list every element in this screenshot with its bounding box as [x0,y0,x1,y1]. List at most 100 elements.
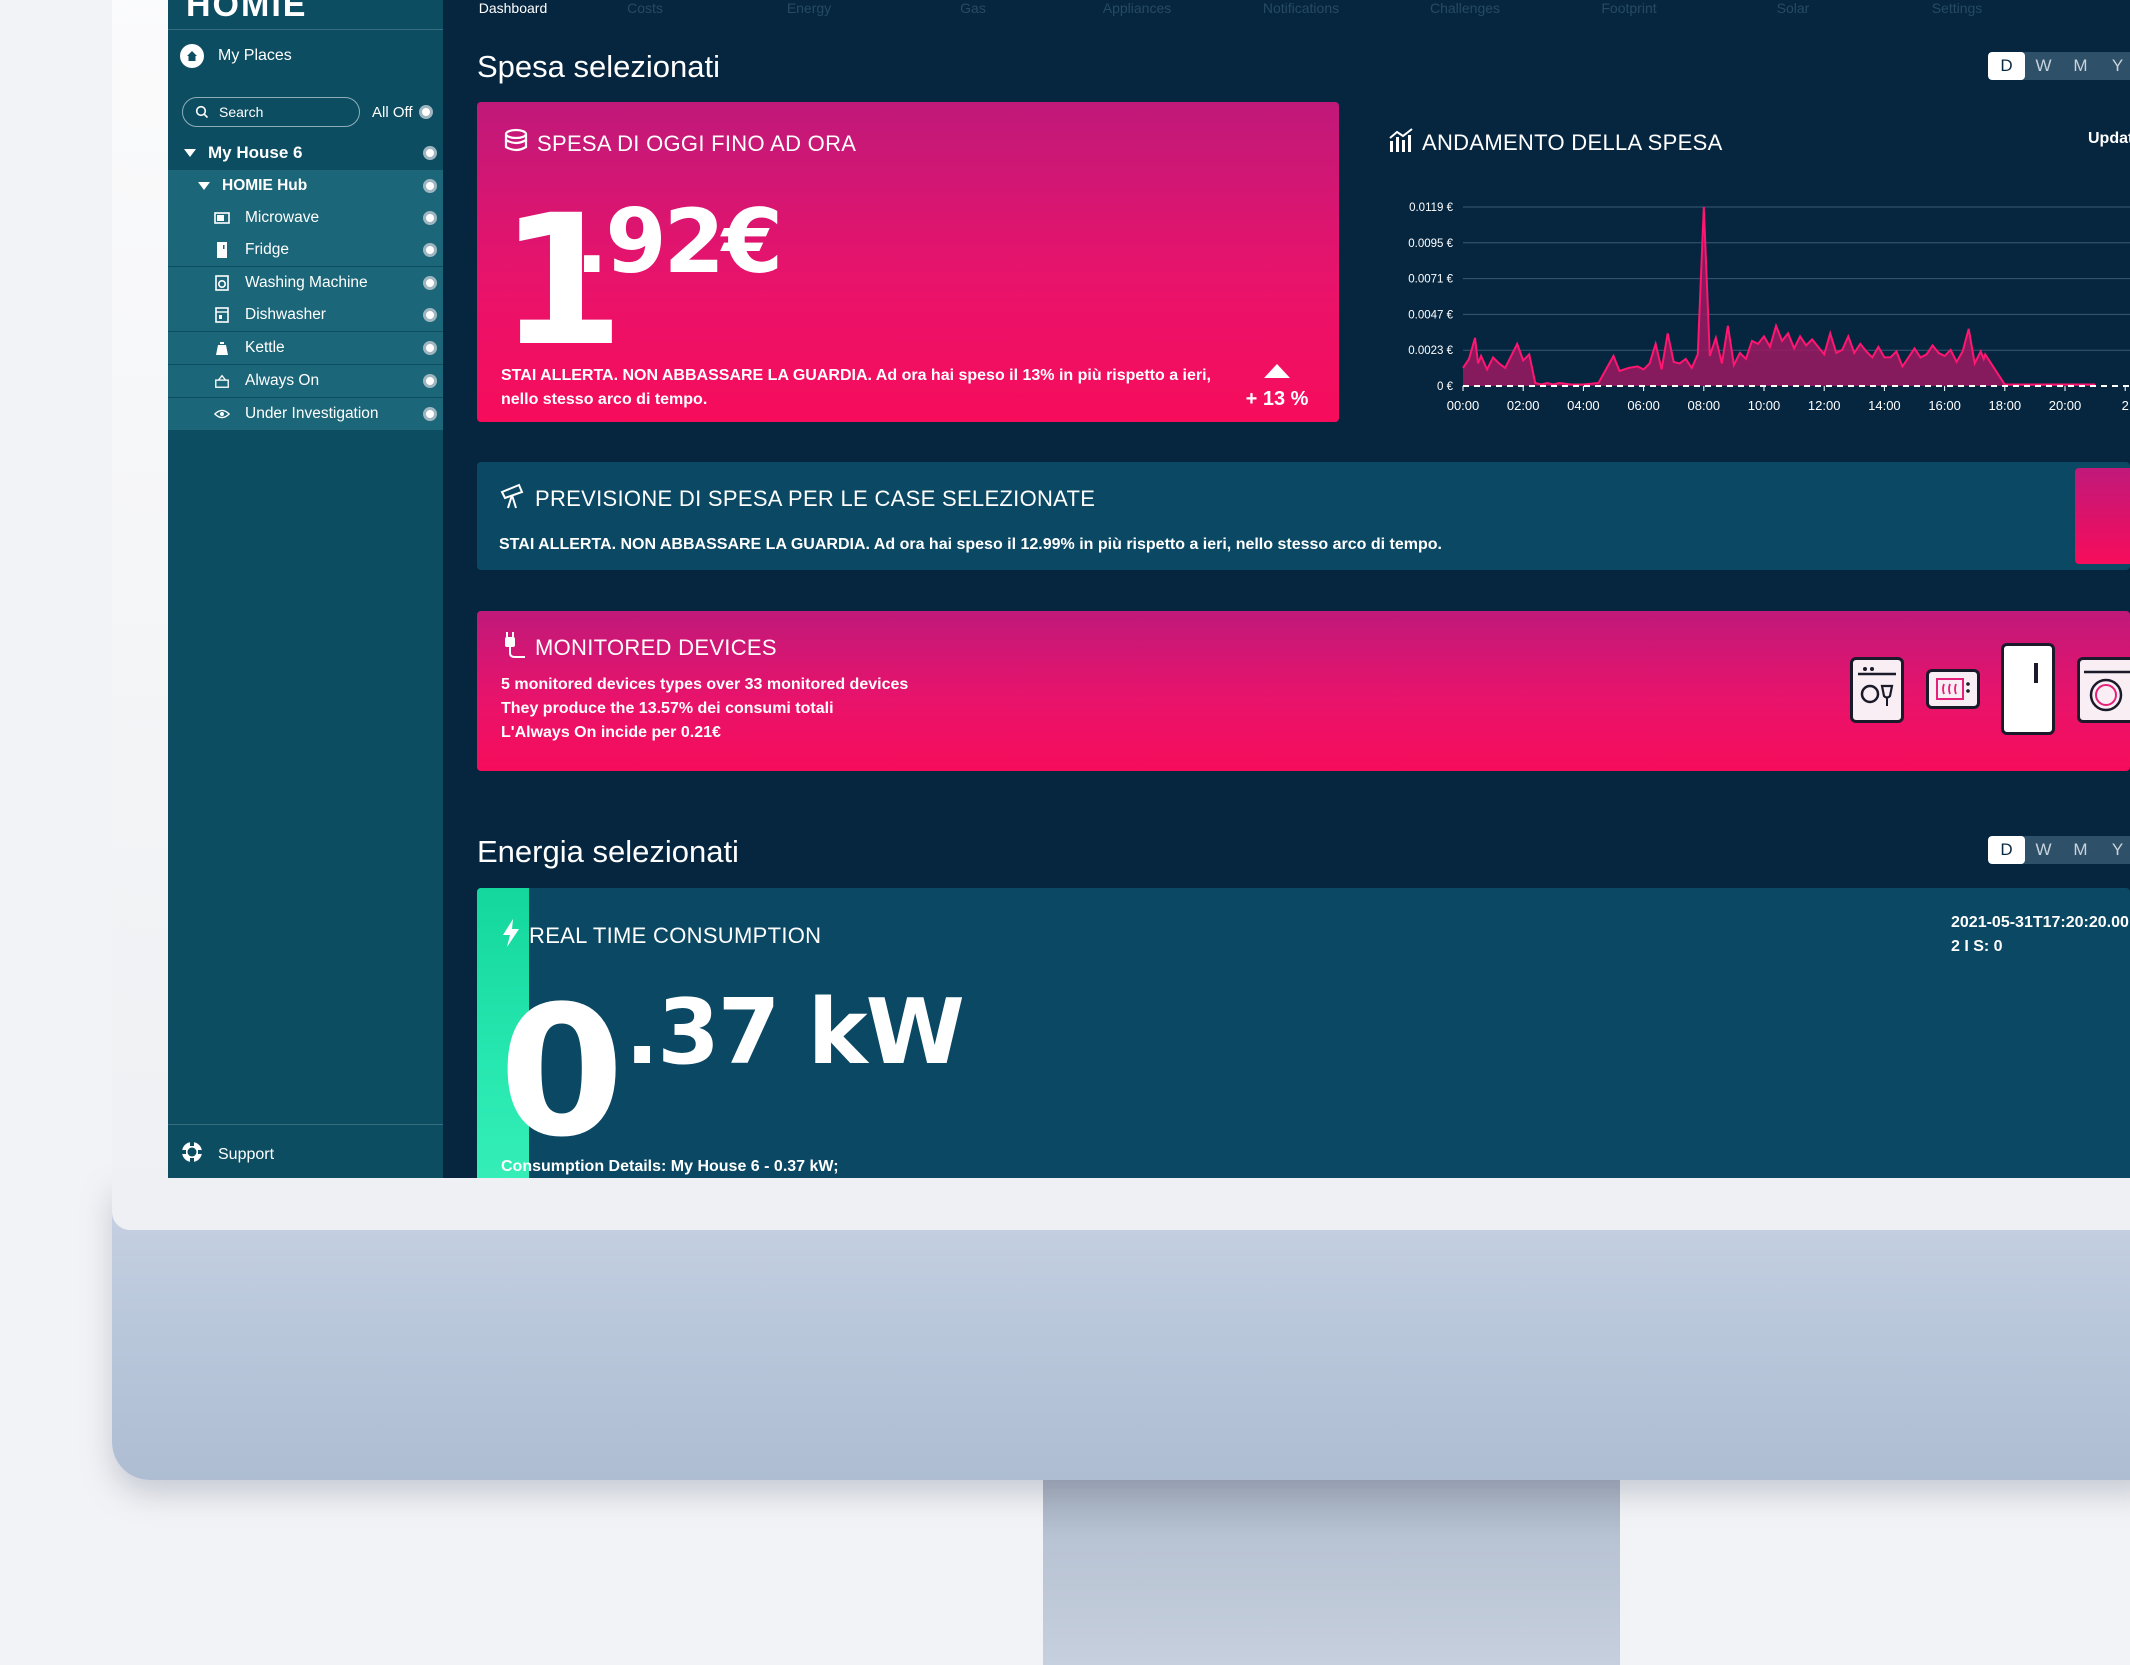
tab-challenges[interactable]: Challenges [1383,0,1547,20]
chevron-down-icon[interactable] [198,182,210,190]
sidebar-divider [168,1124,443,1125]
period-year[interactable]: Y [2099,836,2130,864]
sidebar-item-microwave[interactable]: Microwave [168,202,443,234]
tab-settings[interactable]: Settings [1875,0,2039,20]
monitored-line-1: 5 monitored devices types over 33 monito… [501,676,909,693]
washing-machine-icon [214,275,230,291]
microwave-icon [1926,669,1980,709]
device-label: Dishwasher [245,306,326,323]
today-spend-dec: .92€ [575,190,783,293]
tab-notifications[interactable]: Notifications [1219,0,1383,20]
device-label: Kettle [245,339,285,356]
microwave-icon [214,210,230,226]
realtime-dec: .37 kW [625,980,965,1085]
spend-area-series [1463,207,2096,386]
realtime-status: 2 I S: 0 [1951,938,2003,955]
all-off-toggle[interactable]: All Off [372,104,433,121]
sidebar-item-washing-machine[interactable]: Washing Machine [168,267,443,299]
sidebar-item-kettle[interactable]: Kettle [168,332,443,364]
search-row: Search All Off [182,97,437,127]
device-toggle[interactable] [423,341,437,355]
tab-solar[interactable]: Solar [1711,0,1875,20]
device-toggle[interactable] [423,374,437,388]
sidebar-divider [168,29,443,30]
device-label: Always On [245,372,320,389]
chevron-down-icon[interactable] [184,149,196,157]
my-places-link[interactable]: My Places [180,44,292,68]
tab-energy[interactable]: Energy [727,0,891,20]
sidebar-item-dishwasher[interactable]: Dishwasher [168,299,443,331]
period-selector-energia: D W M Y [1988,836,2130,864]
search-input[interactable]: Search [182,97,360,127]
x-tick-label: 04:00 [1567,398,1600,413]
monitor-stand [1043,1470,1620,1665]
y-tick-label: 0.0023 € [1408,345,1453,357]
all-off-radio[interactable] [418,105,433,119]
forecast-text: STAI ALLERTA. NON ABBASSARE LA GUARDIA. … [499,536,1442,553]
device-toggle[interactable] [423,211,437,225]
support-link[interactable]: Support [180,1140,274,1169]
app-logo[interactable]: HOMIE [186,0,307,25]
today-spend-card: SPESA DI OGGI FINO AD ORA 1 .92€ STAI AL… [477,102,1339,422]
kettle-icon [214,340,230,356]
spending-trend-panel: ANDAMENTO DELLA SPESA Updat 0 €0.0023 €0… [1388,100,2130,440]
period-month[interactable]: M [2062,836,2099,864]
spending-trend-chart: 0 € 0.0023 € 0.0047 € 0.0071 € 0.0095 € 0.011… [1408,202,2130,413]
period-day[interactable]: D [1988,836,2025,864]
tab-dashboard[interactable]: Dashboard [463,0,563,20]
washing-machine-icon [2077,657,2130,723]
x-tick-label: 00:00 [1447,398,1480,413]
x-tick-label: 18:00 [1989,398,2022,413]
period-year[interactable]: Y [2099,52,2130,80]
period-week[interactable]: W [2025,52,2062,80]
device-toggle[interactable] [423,308,437,322]
my-places-label: My Places [218,47,292,64]
home-icon [180,44,204,68]
tab-gas[interactable]: Gas [891,0,1055,20]
search-icon [195,105,209,119]
tab-appliances[interactable]: Appliances [1055,0,1219,20]
realtime-int: 0 [499,968,624,1177]
forecast-card: PREVISIONE DI SPESA PER LE CASE SELEZION… [477,462,2130,570]
telescope-icon [499,482,527,516]
x-tick-label: 08:00 [1688,398,1721,413]
today-spend-title: SPESA DI OGGI FINO AD ORA [503,128,856,160]
sidebar: HOMIE My Places Search All Off My House … [168,0,443,1178]
y-tick-label: 0.0095 € [1408,238,1453,250]
device-toggle[interactable] [423,243,437,257]
device-toggle[interactable] [423,407,437,421]
tree-hub[interactable]: HOMIE Hub [168,170,443,202]
realtime-title-text: REAL TIME CONSUMPTION [529,923,822,948]
lifebuoy-icon [180,1140,204,1169]
support-label: Support [218,1145,275,1163]
x-tick-label: 14:00 [1868,398,1901,413]
x-tick-label: 2 [2122,398,2129,413]
trend-indicator: + 13 % [1232,364,1322,411]
dishwasher-icon [214,307,230,323]
house-label: My House 6 [208,143,303,162]
section-title-spesa: Spesa selezionati [477,49,720,84]
all-off-label: All Off [372,103,413,121]
app-screen: HOMIE My Places Search All Off My House … [168,0,2130,1178]
tab-footprint[interactable]: Footprint [1547,0,1711,20]
period-day[interactable]: D [1988,52,2025,80]
device-toggle[interactable] [423,276,437,290]
fridge-icon [2001,643,2055,735]
plug-icon [499,631,527,665]
sidebar-item-always-on[interactable]: Always On [168,365,443,397]
tree-house[interactable]: My House 6 [168,137,443,169]
hub-label: HOMIE Hub [222,177,308,194]
period-month[interactable]: M [2062,52,2099,80]
sidebar-item-fridge[interactable]: Fridge [168,234,443,266]
hub-toggle[interactable] [423,179,437,193]
device-label: Under Investigation [245,405,379,422]
tab-costs[interactable]: Costs [563,0,727,20]
monitored-devices-card: MONITORED DEVICES 5 monitored devices ty… [477,611,2130,771]
sidebar-item-under-investigation[interactable]: Under Investigation [168,398,443,430]
y-tick-label: 0.0071 € [1408,274,1453,286]
realtime-timestamp: 2021-05-31T17:20:20.00 [1951,914,2129,931]
period-week[interactable]: W [2025,836,2062,864]
forecast-title: PREVISIONE DI SPESA PER LE CASE SELEZION… [499,482,1095,516]
house-toggle[interactable] [423,146,437,160]
realtime-consumption-card: REAL TIME CONSUMPTION 0 .37 kW 2021-05-3… [477,888,2130,1178]
